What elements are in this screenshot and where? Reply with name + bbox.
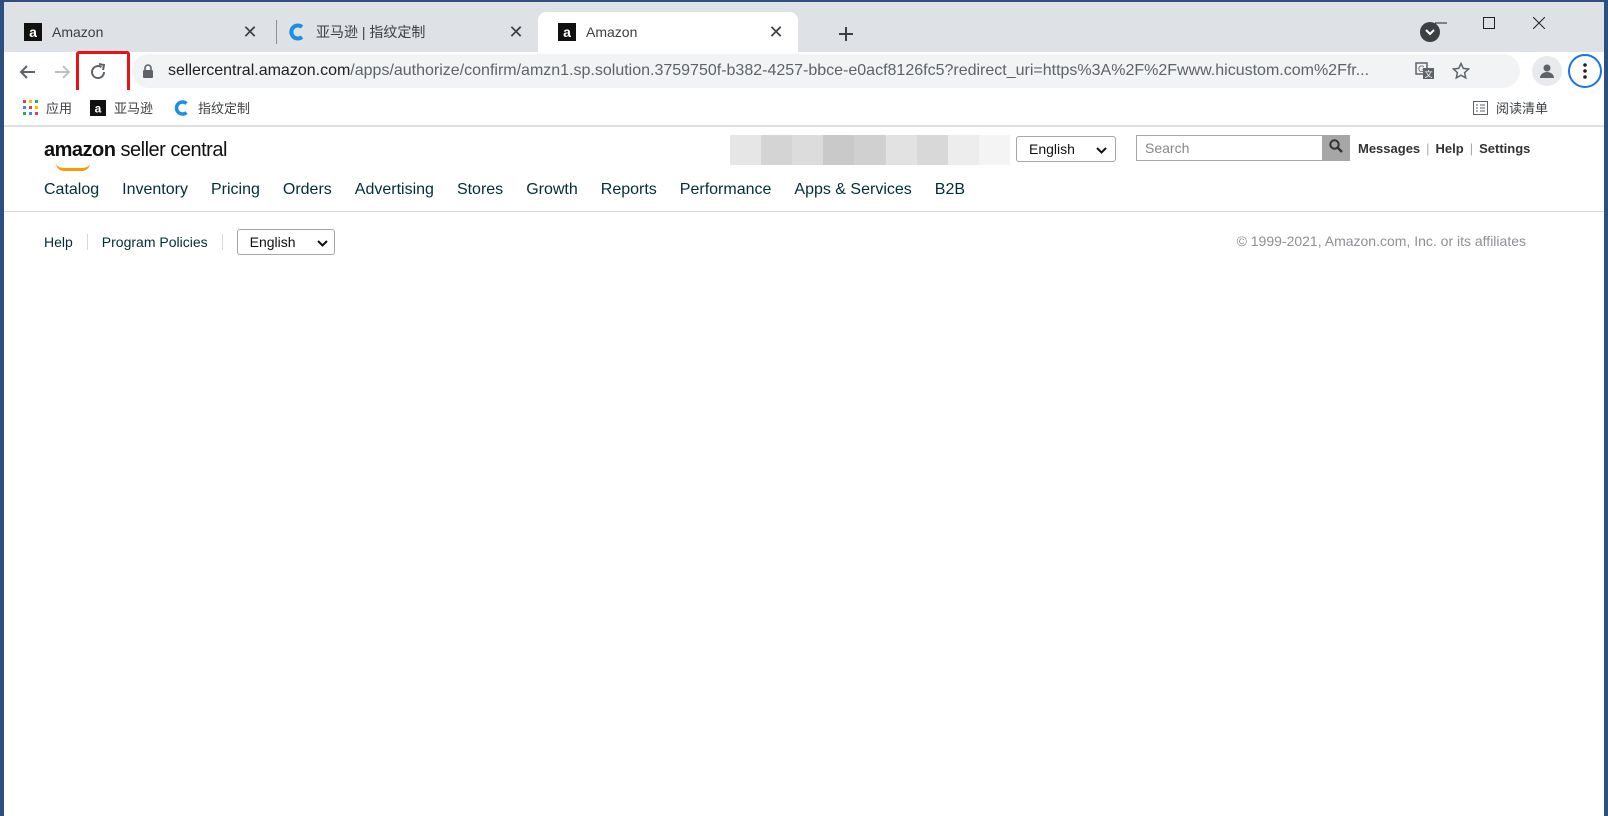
window-close-icon[interactable]: [1516, 8, 1562, 38]
language-select[interactable]: English: [1016, 136, 1116, 162]
url-path: /apps/authorize/confirm/amzn1.sp.solutio…: [350, 62, 1370, 79]
svg-text:文: 文: [1425, 69, 1433, 79]
profile-avatar-icon[interactable]: [1532, 56, 1562, 86]
reading-list-label: 阅读清单: [1496, 101, 1549, 116]
footer-program-policies-link[interactable]: Program Policies: [102, 234, 223, 250]
nav-advertising[interactable]: Advertising: [355, 181, 434, 199]
nav-reports[interactable]: Reports: [601, 181, 657, 199]
reading-list-button[interactable]: 阅读清单: [1472, 98, 1548, 117]
lock-icon: [142, 64, 156, 78]
tab-title: Amazon: [586, 24, 638, 40]
tab-amazon-1[interactable]: a Amazon ✕: [4, 12, 272, 52]
settings-link[interactable]: Settings: [1479, 141, 1530, 156]
amazon-a-icon: a: [558, 23, 576, 41]
footer: Help Program Policies English: [44, 229, 335, 255]
help-link[interactable]: Help: [1436, 141, 1464, 156]
chevron-down-icon: [1096, 143, 1107, 159]
amazon-a-icon: a: [90, 99, 106, 116]
footer-language-select[interactable]: English: [236, 229, 335, 255]
nav-pricing[interactable]: Pricing: [211, 181, 260, 199]
search-icon: [1329, 138, 1343, 158]
translate-icon[interactable]: G文: [1414, 60, 1436, 82]
chevron-down-icon: [316, 236, 328, 252]
language-value: English: [1029, 141, 1075, 157]
page-content: amazon seller central English Search Mes…: [4, 127, 1604, 816]
footer-help-link[interactable]: Help: [44, 234, 88, 250]
close-icon[interactable]: ✕: [240, 22, 260, 42]
bookmarks-bar: 应用 a 亚马逊 指纹定制 阅读清单: [4, 90, 1604, 126]
bookmark-label: 应用: [46, 101, 73, 116]
amazon-smile-icon: [56, 163, 90, 171]
address-bar[interactable]: sellercentral.amazon.com/apps/authorize/…: [132, 54, 1520, 88]
nav-stores[interactable]: Stores: [457, 181, 503, 199]
svg-text:a: a: [563, 24, 571, 40]
svg-text:a: a: [95, 101, 102, 115]
bookmark-hicustom[interactable]: 指纹定制: [174, 98, 250, 117]
logo-rest: seller central: [115, 139, 228, 161]
blurred-account-info: [730, 135, 1010, 165]
search-input[interactable]: Search: [1136, 135, 1322, 161]
close-icon[interactable]: ✕: [506, 22, 526, 42]
search-button[interactable]: [1322, 135, 1350, 161]
nav-growth[interactable]: Growth: [526, 181, 578, 199]
copyright-text: © 1999-2021, Amazon.com, Inc. or its aff…: [1236, 233, 1526, 249]
main-nav: Catalog Inventory Pricing Orders Adverti…: [44, 181, 988, 199]
nav-inventory[interactable]: Inventory: [122, 181, 188, 199]
forward-arrow-icon[interactable]: [46, 56, 78, 88]
nav-orders[interactable]: Orders: [283, 181, 332, 199]
nav-divider: [4, 211, 1604, 212]
reading-list-icon: [1472, 100, 1488, 116]
nav-catalog[interactable]: Catalog: [44, 181, 99, 199]
header-links: Messages | Help | Settings: [1358, 141, 1530, 156]
nav-performance[interactable]: Performance: [680, 181, 772, 199]
bookmark-apps[interactable]: 应用: [22, 98, 72, 117]
nav-b2b[interactable]: B2B: [935, 181, 965, 199]
tab-separator: [276, 20, 277, 44]
tab-strip: a Amazon ✕ 亚马逊 | 指纹定制 ✕ a Amazon ✕: [4, 2, 1604, 52]
c-logo-icon: [288, 23, 306, 41]
link-separator: |: [1469, 141, 1474, 156]
browser-toolbar: sellercentral.amazon.com/apps/authorize/…: [4, 51, 1604, 99]
link-separator: |: [1426, 141, 1430, 156]
bookmark-label: 亚马逊: [114, 101, 154, 116]
nav-apps-services[interactable]: Apps & Services: [794, 181, 911, 199]
back-arrow-icon[interactable]: [12, 56, 44, 88]
tab-title: 亚马逊 | 指纹定制: [316, 24, 426, 40]
minimize-icon[interactable]: [1418, 8, 1464, 38]
logo-bold: amazon: [44, 139, 116, 161]
close-icon[interactable]: ✕: [766, 22, 786, 42]
url-text[interactable]: sellercentral.amazon.com/apps/authorize/…: [168, 62, 1438, 80]
amazon-a-icon: a: [24, 23, 42, 41]
kebab-menu-icon[interactable]: [1568, 54, 1602, 88]
bookmark-label: 指纹定制: [198, 101, 251, 116]
svg-text:a: a: [29, 24, 37, 40]
new-tab-plus-icon[interactable]: [832, 20, 860, 48]
tab-hicustom[interactable]: 亚马逊 | 指纹定制 ✕: [280, 12, 538, 52]
messages-link[interactable]: Messages: [1358, 141, 1420, 156]
tab-amazon-active[interactable]: a Amazon ✕: [538, 12, 798, 52]
apps-grid-icon: [22, 100, 38, 116]
seller-central-logo[interactable]: amazon seller central: [44, 139, 228, 171]
bookmark-star-icon[interactable]: [1450, 60, 1472, 82]
footer-language-value: English: [249, 234, 296, 250]
bookmark-amazon[interactable]: a 亚马逊: [90, 98, 153, 117]
c-logo-icon: [174, 99, 190, 116]
url-host: sellercentral.amazon.com: [168, 62, 351, 79]
maximize-icon[interactable]: [1466, 8, 1512, 38]
tab-title: Amazon: [52, 24, 104, 40]
